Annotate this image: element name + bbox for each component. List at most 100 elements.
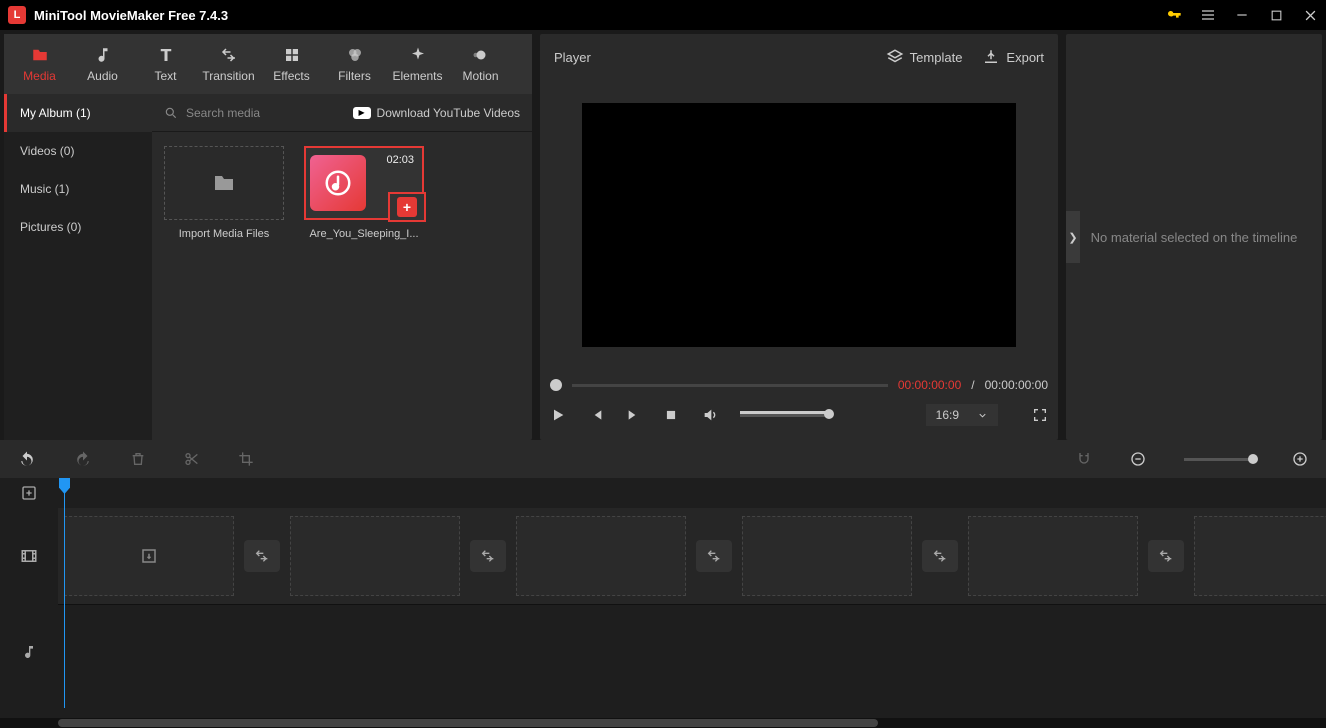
seek-handle[interactable] (550, 379, 562, 391)
sidebar-item-videos[interactable]: Videos (0) (4, 132, 152, 170)
transition-icon (220, 45, 238, 65)
audio-track-icon (0, 604, 58, 700)
tab-label: Audio (87, 69, 118, 83)
add-clip-button[interactable]: + (388, 192, 426, 222)
transition-slot[interactable] (1148, 540, 1184, 572)
seek-bar[interactable] (572, 384, 888, 387)
clip-slot[interactable] (516, 516, 686, 596)
expand-panel-icon[interactable]: ❯ (1066, 211, 1080, 263)
clip-slot[interactable] (1194, 516, 1326, 596)
yt-label: Download YouTube Videos (377, 106, 520, 120)
volume-slider[interactable] (740, 414, 830, 417)
tab-elements[interactable]: Elements (386, 36, 449, 92)
magnet-icon[interactable] (1076, 451, 1092, 467)
transition-slot[interactable] (696, 540, 732, 572)
clip-slot[interactable] (290, 516, 460, 596)
export-button[interactable]: Export (982, 48, 1044, 66)
search-icon (164, 106, 178, 120)
tab-text[interactable]: Text (134, 36, 197, 92)
sidebar-item-myalbum[interactable]: My Album (1) (4, 94, 152, 132)
no-selection-message: No material selected on the timeline (1091, 230, 1298, 245)
split-icon[interactable] (184, 451, 200, 467)
clip-name: Are_You_Sleeping_I... (304, 228, 424, 240)
import-media-button[interactable] (164, 146, 284, 220)
time-total: 00:00:00:00 (985, 378, 1048, 392)
menu-icon[interactable] (1200, 7, 1216, 23)
audio-thumb-icon (310, 155, 366, 211)
sidebar-item-label: My Album (1) (20, 106, 91, 120)
maximize-icon[interactable] (1268, 7, 1284, 23)
tab-transition[interactable]: Transition (197, 36, 260, 92)
clip-slot[interactable] (64, 516, 234, 596)
volume-icon[interactable] (702, 407, 720, 423)
export-icon (982, 48, 1000, 66)
playhead[interactable] (64, 478, 65, 708)
download-youtube-link[interactable]: ▶ Download YouTube Videos (353, 106, 520, 120)
template-button[interactable]: Template (886, 48, 963, 66)
key-icon[interactable] (1166, 7, 1182, 23)
ratio-value: 16:9 (936, 408, 959, 422)
sidebar-item-pictures[interactable]: Pictures (0) (4, 208, 152, 246)
video-preview (582, 103, 1016, 347)
timeline-ruler[interactable] (58, 478, 1326, 508)
tab-label: Media (23, 69, 56, 83)
tab-label: Text (154, 69, 176, 83)
clip-slot[interactable] (742, 516, 912, 596)
sparkle-icon (409, 45, 427, 65)
tab-label: Motion (462, 69, 498, 83)
text-icon (157, 45, 175, 65)
clip-duration: 02:03 (386, 154, 414, 166)
aspect-ratio-select[interactable]: 16:9 (926, 404, 998, 426)
zoom-out-icon[interactable] (1130, 451, 1146, 467)
export-label: Export (1006, 50, 1044, 65)
folder-icon (30, 45, 50, 65)
redo-icon[interactable] (74, 450, 92, 468)
stop-icon[interactable] (664, 408, 682, 422)
music-note-icon (94, 45, 112, 65)
minimize-icon[interactable] (1234, 7, 1250, 23)
time-current: 00:00:00:00 (898, 378, 961, 392)
fullscreen-icon[interactable] (1032, 407, 1048, 423)
prev-frame-icon[interactable] (588, 407, 606, 423)
transition-slot[interactable] (244, 540, 280, 572)
audio-track[interactable] (58, 604, 1326, 700)
crop-icon[interactable] (238, 451, 254, 467)
app-title: MiniTool MovieMaker Free 7.4.3 (34, 8, 1166, 23)
clip-slot[interactable] (968, 516, 1138, 596)
next-frame-icon[interactable] (626, 407, 644, 423)
tab-media[interactable]: Media (8, 36, 71, 92)
close-icon[interactable] (1302, 7, 1318, 23)
filters-icon (346, 45, 364, 65)
media-clip[interactable]: 02:03 + (304, 146, 424, 220)
add-track-icon[interactable] (0, 478, 58, 508)
tab-filters[interactable]: Filters (323, 36, 386, 92)
tab-label: Filters (338, 69, 371, 83)
sidebar-item-label: Pictures (0) (20, 220, 81, 234)
tab-effects[interactable]: Effects (260, 36, 323, 92)
layers-icon (886, 48, 904, 66)
import-label: Import Media Files (164, 228, 284, 240)
tab-label: Transition (202, 69, 254, 83)
search-input[interactable] (186, 106, 326, 120)
time-sep: / (971, 378, 974, 392)
zoom-in-icon[interactable] (1292, 451, 1308, 467)
plus-icon: + (397, 197, 417, 217)
zoom-slider[interactable] (1184, 458, 1254, 461)
tab-audio[interactable]: Audio (71, 36, 134, 92)
sidebar-item-label: Videos (0) (20, 144, 74, 158)
tab-label: Elements (392, 69, 442, 83)
tab-motion[interactable]: Motion (449, 36, 512, 92)
play-icon[interactable] (550, 407, 568, 423)
chevron-down-icon (977, 410, 988, 421)
template-label: Template (910, 50, 963, 65)
tab-label: Effects (273, 69, 309, 83)
transition-slot[interactable] (922, 540, 958, 572)
undo-icon[interactable] (18, 450, 36, 468)
sidebar-item-music[interactable]: Music (1) (4, 170, 152, 208)
video-track[interactable] (58, 508, 1326, 604)
transition-slot[interactable] (470, 540, 506, 572)
video-track-icon (0, 508, 58, 604)
app-logo-icon: L (8, 6, 26, 24)
delete-icon[interactable] (130, 451, 146, 467)
timeline-scrollbar[interactable] (0, 718, 1326, 728)
